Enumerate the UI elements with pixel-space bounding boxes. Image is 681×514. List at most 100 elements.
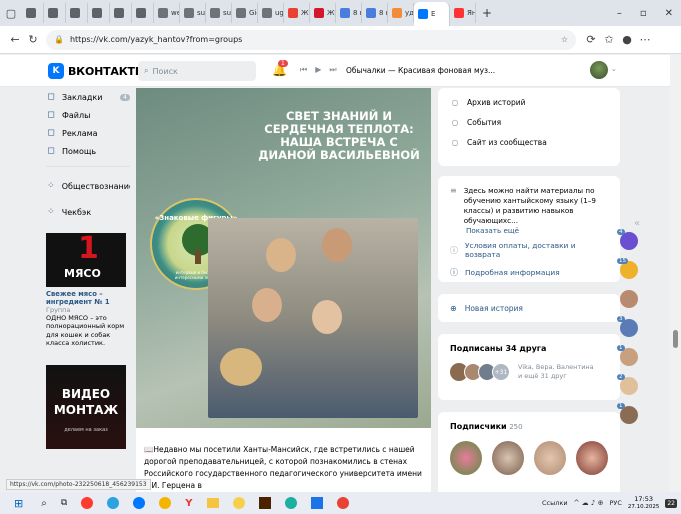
browser-tab[interactable]: Е bbox=[414, 2, 450, 26]
page-scrollbar[interactable] bbox=[670, 55, 681, 492]
search-input[interactable]: ⌕ Поиск bbox=[138, 61, 256, 81]
maximize-icon[interactable]: ▫ bbox=[640, 8, 647, 19]
browser-tab[interactable]: 8 нет bbox=[336, 3, 362, 23]
browser-tab[interactable]: web.r bbox=[154, 3, 180, 23]
chat-avatar[interactable]: 4 bbox=[617, 229, 638, 250]
tab-actions-icon[interactable]: ▢ bbox=[0, 4, 22, 22]
player-track-title[interactable]: Обычалки — Красивая фоновая муз... bbox=[346, 66, 495, 75]
url-field[interactable]: 🔒 https://vk.com/yazyk_hantov?from=group… bbox=[46, 29, 576, 50]
favorite-star-icon[interactable]: ☆ bbox=[561, 35, 568, 44]
app-icon[interactable] bbox=[336, 497, 349, 509]
subscriber-avatar[interactable] bbox=[534, 441, 566, 475]
app-icon[interactable] bbox=[232, 497, 245, 509]
ad-card-meat[interactable]: 1 МЯСО Свежее мясо – ингредиент № 1 Груп… bbox=[46, 233, 130, 347]
post-image[interactable]: СВЕТ ЗНАНИЙ И СЕРДЕЧНАЯ ТЕПЛОТА: НАША ВС… bbox=[136, 88, 431, 428]
browser-tab[interactable]: Gigar bbox=[232, 3, 258, 23]
sidebar-item-3[interactable]: ◻ Помощь bbox=[46, 142, 130, 160]
notifications-bell-icon[interactable]: 🔔 1 bbox=[272, 60, 288, 77]
illustrator-icon[interactable] bbox=[258, 497, 271, 509]
browser-tab[interactable]: Журн bbox=[284, 3, 310, 23]
minimize-icon[interactable]: – bbox=[617, 8, 622, 19]
bookmark-icon: ◻ bbox=[47, 92, 55, 102]
app-icon[interactable] bbox=[159, 497, 172, 509]
user-avatar[interactable] bbox=[590, 61, 608, 79]
refresh-page-icon[interactable]: ⟳ bbox=[582, 31, 600, 49]
chat-avatar[interactable]: 2 bbox=[617, 374, 638, 395]
app-icon[interactable] bbox=[133, 497, 146, 509]
terms-link[interactable]: Условия оплаты, доставки и возврата bbox=[465, 241, 608, 259]
person-1 bbox=[266, 238, 296, 272]
chat-unread-badge: 15 bbox=[617, 258, 628, 264]
browser-tab[interactable] bbox=[44, 3, 66, 23]
tab-label: Янде bbox=[467, 9, 476, 17]
windows-start-icon[interactable]: ⊞ bbox=[14, 497, 23, 510]
group-menu-item-1[interactable]: ○ События bbox=[438, 112, 620, 132]
next-track-icon[interactable]: ⏭ bbox=[329, 65, 336, 75]
taskbar-links[interactable]: Ссылки bbox=[542, 499, 568, 507]
browser-tab[interactable] bbox=[132, 3, 154, 23]
edge-icon[interactable] bbox=[284, 497, 297, 509]
tray-icons[interactable]: ^ ☁ ♪ ⊕ bbox=[574, 499, 604, 507]
subscriber-avatar[interactable] bbox=[492, 441, 524, 475]
yandex-icon[interactable]: Y bbox=[185, 498, 192, 509]
clock-time[interactable]: 17:53 bbox=[628, 495, 660, 503]
chat-avatar[interactable]: 15 bbox=[617, 258, 638, 279]
browser-tab[interactable]: 8 нет bbox=[362, 3, 388, 23]
subscriber-avatar[interactable] bbox=[576, 441, 608, 475]
browser-tab[interactable] bbox=[22, 3, 44, 23]
avatar-chevron-down-icon[interactable]: ⌄ bbox=[611, 65, 617, 73]
sidebar-item-2[interactable]: ◻ Реклама bbox=[46, 124, 130, 142]
details-link[interactable]: Подробная информация bbox=[465, 268, 560, 277]
sidebar-item-1[interactable]: ◻ Файлы bbox=[46, 106, 130, 124]
app-icon[interactable] bbox=[310, 497, 323, 509]
show-more-link[interactable]: Показать ещё bbox=[466, 226, 608, 235]
play-icon[interactable]: ▶ bbox=[315, 65, 321, 75]
subscriber-avatar[interactable] bbox=[450, 441, 482, 475]
reload-icon[interactable]: ↻ bbox=[24, 31, 42, 49]
browser-tab[interactable]: Журн bbox=[310, 3, 336, 23]
collapse-chats-icon[interactable]: « bbox=[634, 218, 640, 229]
task-view-icon[interactable]: ⧉ bbox=[61, 498, 67, 508]
browser-tab[interactable]: supa bbox=[206, 3, 232, 23]
sidebar-item-0[interactable]: ◻ Закладки 4 bbox=[46, 88, 130, 106]
browser-tab[interactable]: удал bbox=[388, 3, 414, 23]
browser-tab[interactable] bbox=[110, 3, 132, 23]
status-url: https://vk.com/photo-232250618_456239153 bbox=[6, 479, 151, 490]
telegram-icon[interactable] bbox=[107, 497, 120, 509]
group-menu-item-0[interactable]: ○ Архив историй bbox=[438, 92, 620, 112]
back-icon[interactable]: ← bbox=[6, 31, 24, 49]
explorer-icon[interactable] bbox=[206, 498, 219, 508]
input-language[interactable]: РУС bbox=[609, 499, 621, 507]
chat-avatar[interactable]: 3 bbox=[617, 316, 638, 337]
profile-icon[interactable]: ● bbox=[618, 31, 636, 49]
friends-title[interactable]: Подписаны 34 друга bbox=[450, 344, 608, 353]
prev-track-icon[interactable]: ⏮ bbox=[300, 65, 307, 75]
more-menu-icon[interactable]: ⋯ bbox=[636, 31, 654, 49]
browser-tab[interactable] bbox=[88, 3, 110, 23]
browser-tab[interactable] bbox=[66, 3, 88, 23]
chat-avatar[interactable] bbox=[620, 290, 638, 308]
clock-date[interactable]: 27.10.2025 bbox=[628, 503, 660, 511]
browser-tab[interactable]: Янде bbox=[450, 3, 476, 23]
favorites-icon[interactable]: ✩ bbox=[600, 31, 618, 49]
chat-avatar[interactable]: 1 bbox=[617, 403, 638, 424]
sidebar-group-item-0[interactable]: ⁘ Обществознание ... bbox=[46, 173, 130, 199]
vk-logo[interactable]: K ВКОНТАКТЕ bbox=[48, 63, 142, 79]
friends-extra-count[interactable]: +31 bbox=[492, 363, 510, 381]
ad-title[interactable]: Свежее мясо – ингредиент № 1 bbox=[46, 290, 130, 306]
yandex-browser-icon[interactable] bbox=[81, 497, 94, 509]
sidebar-item-label: Реклама bbox=[62, 128, 98, 138]
chat-avatar[interactable]: 1 bbox=[617, 345, 638, 366]
taskbar-search-icon[interactable]: ⌕ bbox=[41, 498, 47, 509]
browser-tab[interactable]: ugral bbox=[258, 3, 284, 23]
sidebar-group-item-1[interactable]: ⁘ Чекбэк bbox=[46, 199, 130, 225]
scrollbar-thumb[interactable] bbox=[673, 330, 678, 348]
group-menu-item-2[interactable]: ○ Сайт из сообщества bbox=[438, 132, 620, 152]
notification-count[interactable]: 22 bbox=[665, 498, 677, 508]
subscribers-title[interactable]: Подписчики bbox=[450, 422, 507, 431]
browser-tab[interactable]: supa bbox=[180, 3, 206, 23]
new-story-card[interactable]: ⊕ Новая история bbox=[438, 294, 620, 322]
new-tab-button[interactable]: + bbox=[482, 6, 492, 20]
close-window-icon[interactable]: ✕ bbox=[665, 8, 673, 19]
ad-card-video[interactable]: ВИДЕО МОНТАЖ делаем на заказ bbox=[46, 364, 126, 449]
